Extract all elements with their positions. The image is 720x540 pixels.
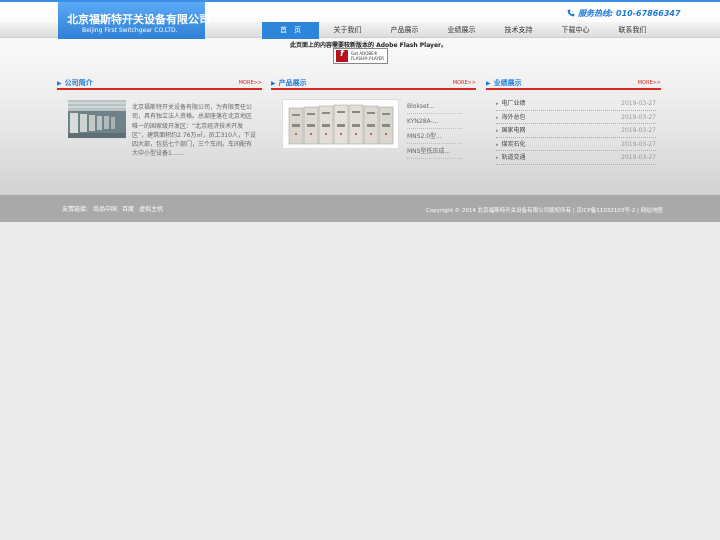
- performance-item-name: 轨道交通: [496, 151, 526, 164]
- nav-item-tech-support[interactable]: 技术支持: [490, 22, 547, 39]
- performance-list-item[interactable]: 海外总包 2019-03-27: [496, 111, 656, 124]
- product-list-item[interactable]: MNS型低压成...: [407, 144, 462, 159]
- product-list: Blokset... KYN28A-... MNS2.0型... MNS型低压成…: [407, 99, 462, 159]
- performance-item-date: 2019-03-27: [621, 154, 656, 161]
- performance-more-link[interactable]: MORE>>: [638, 80, 661, 86]
- flash-badge-line2: FLASH® PLAYER: [351, 56, 385, 61]
- performance-item-date: 2019-03-27: [621, 113, 656, 121]
- nav-item-products[interactable]: 产品展示: [376, 22, 433, 39]
- about-section-header: ▶ 公司简介 MORE>>: [57, 76, 262, 90]
- nav-item-about[interactable]: 关于我们: [319, 22, 376, 39]
- friend-link[interactable]: 尚品中国: [93, 206, 117, 213]
- main-nav: 首 页 关于我们 产品展示 业绩展示 技术支持 下载中心 联系我们: [262, 22, 661, 39]
- product-list-item[interactable]: KYN28A-...: [407, 114, 462, 129]
- arrow-right-icon: ▶: [271, 80, 276, 87]
- performance-list-item[interactable]: 电厂业绩 2019-03-27: [496, 97, 656, 111]
- performance-section-header: ▶ 业绩展示 MORE>>: [486, 76, 661, 90]
- performance-item-date: 2019-03-27: [621, 100, 656, 107]
- flash-logo-icon: [336, 49, 348, 62]
- friend-links: 友情链接: 尚品中国 百度 虚拟主机: [62, 204, 168, 213]
- nav-item-home[interactable]: 首 页: [262, 22, 319, 39]
- logo-company-name-en: Beijing First Switchgear CO.LTD.: [82, 27, 178, 34]
- flash-badge-text: Get ADOBE® FLASH® PLAYER: [351, 51, 384, 61]
- friend-link[interactable]: 百度: [122, 206, 134, 213]
- product-list-item[interactable]: MNS2.0型...: [407, 129, 462, 144]
- performance-list-item[interactable]: 轨道交通 2019-03-27: [496, 151, 656, 165]
- get-flash-player-button[interactable]: Get ADOBE® FLASH® PLAYER: [333, 48, 388, 64]
- performance-item-date: 2019-03-27: [621, 127, 656, 134]
- phone-icon: [567, 9, 575, 17]
- performance-list-item[interactable]: 国家电网 2019-03-27: [496, 124, 656, 138]
- switchgear-product-photo[interactable]: [282, 99, 399, 149]
- service-hotline: 服务热线: 010-67866347: [567, 8, 681, 19]
- about-more-link[interactable]: MORE>>: [239, 80, 262, 86]
- products-more-link[interactable]: MORE>>: [453, 80, 476, 86]
- performance-item-name: 电厂业绩: [496, 97, 526, 110]
- logo-company-name-cn: 北京福斯特开关设备有限公司: [67, 13, 210, 26]
- performance-item-date: 2019-03-27: [621, 140, 656, 148]
- footer: 友情链接: 尚品中国 百度 虚拟主机 Copyright © 2014 北京福斯特开关…: [0, 195, 720, 222]
- performance-list: 电厂业绩 2019-03-27 海外总包 2019-03-27 国家电网 2019-0…: [496, 97, 656, 165]
- friend-link[interactable]: 虚拟主机: [139, 206, 163, 213]
- products-section-header: ▶ 产品展示 MORE>>: [271, 76, 476, 90]
- performance-item-name: 煤炭石化: [496, 138, 526, 151]
- performance-list-item[interactable]: 煤炭石化 2019-03-27: [496, 138, 656, 151]
- nav-item-downloads[interactable]: 下载中心: [547, 22, 604, 39]
- nav-item-performance[interactable]: 业绩展示: [433, 22, 490, 39]
- copyright-text: Copyright © 2014 北京福斯特开关设备有限公司版权所有 | 京IC…: [426, 208, 663, 214]
- products-section-title: ▶ 产品展示: [271, 79, 307, 87]
- performance-item-name: 海外总包: [496, 111, 526, 124]
- hotline-number: 010-67866347: [616, 9, 681, 18]
- arrow-right-icon: ▶: [486, 80, 491, 87]
- product-list-item[interactable]: Blokset...: [407, 99, 462, 114]
- friend-links-label: 友情链接:: [62, 206, 89, 213]
- factory-photo: [68, 100, 126, 138]
- nav-item-contact[interactable]: 联系我们: [604, 22, 661, 39]
- about-summary-text: 北京福斯特开关设备有限公司，为有限责任公司，具有独立法人资格。总部座落在北京地区…: [132, 104, 256, 158]
- hotline-label: 服务热线:: [578, 9, 614, 18]
- about-section-title: ▶ 公司简介: [57, 79, 93, 87]
- arrow-right-icon: ▶: [57, 80, 62, 87]
- performance-section-title: ▶ 业绩展示: [486, 79, 522, 87]
- performance-item-name: 国家电网: [496, 124, 526, 137]
- company-logo[interactable]: 北京福斯特开关设备有限公司 Beijing First Switchgear C…: [58, 2, 210, 39]
